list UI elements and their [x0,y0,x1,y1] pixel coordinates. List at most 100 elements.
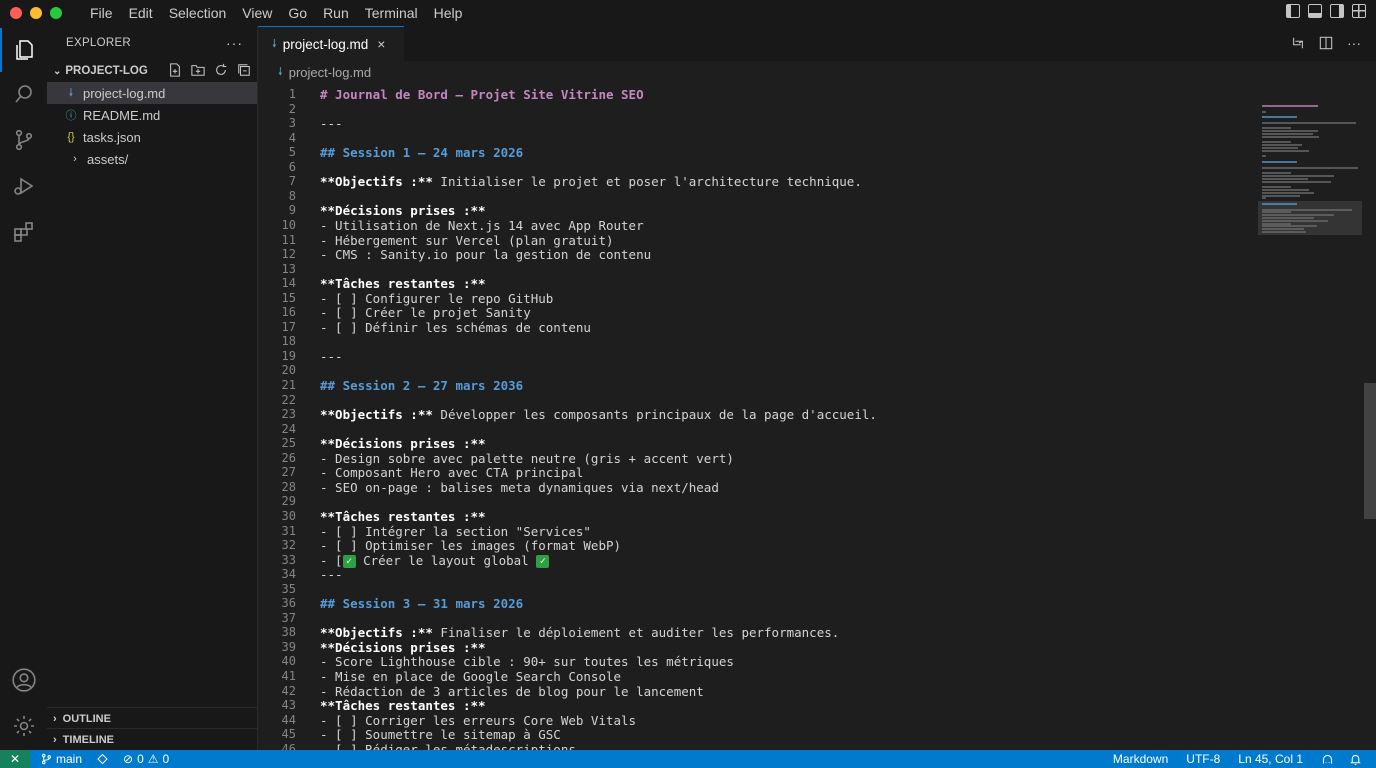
new-file-icon[interactable] [167,62,182,77]
code-token: - [ ] Définir les schémas de contenu [320,319,591,335]
code-token: Finaliser le déploiement et auditer les … [432,625,840,641]
code-line: **Objectifs :** Développer les composant… [320,407,877,422]
editor-area: 🠗 project-log.md × ··· 🠗 project-log.md … [258,26,1376,768]
menu-selection[interactable]: Selection [161,0,235,26]
branch-indicator[interactable]: main [34,752,89,766]
settings-gear-icon[interactable] [0,704,47,748]
minimap-line [1262,121,1356,124]
file-item[interactable]: 🠗 project-log.md [47,82,257,104]
code-token: - Utilisation de Next.js 14 avec App Rou… [320,217,644,233]
menu-help[interactable]: Help [426,0,471,26]
minimap-line [1262,189,1309,191]
line-number: 41 [281,669,296,683]
error-icon: ⊘ [123,752,134,766]
outline-label: OUTLINE [62,712,111,725]
new-folder-icon[interactable] [190,62,205,77]
code-line: - [ ] Configurer le repo GitHub [320,291,553,306]
minimap[interactable] [1258,105,1362,237]
line-number: 43 [281,698,296,713]
refresh-icon[interactable] [213,62,228,77]
menu-run[interactable]: Run [315,0,357,26]
minimap-line [1262,130,1318,133]
extensions-icon[interactable] [0,210,47,254]
scrollbar-thumb[interactable] [1364,383,1376,519]
code-line: --- [320,116,343,131]
search-icon[interactable] [0,72,47,116]
split-editor-icon[interactable] [1318,35,1334,51]
code-token: **Objectifs :** [320,174,433,190]
line-number: 14 [281,276,296,291]
code-line: ## Session 2 — 27 mars 2036 [320,378,523,393]
menu-go[interactable]: Go [280,0,315,26]
markdown-icon: 🠗 [272,37,277,50]
toggle-panel-icon[interactable] [1308,4,1322,18]
notifications-bell-icon[interactable] [1343,753,1368,766]
toggle-secondary-sidebar-icon[interactable] [1330,4,1344,18]
timeline-section[interactable]: › TIMELINE [47,728,258,750]
code-token: - Mise en place de Google Search Console [320,669,622,684]
customize-layout-icon[interactable] [1352,4,1366,18]
more-actions-icon[interactable]: ··· [226,35,243,51]
explorer-sidebar: EXPLORER ··· ⌄ PROJECT-LOG 🠗 project-log.… [47,26,258,750]
file-name: assets/ [87,151,129,167]
code-line: - [ ] Intégrer la section "Services" [320,524,591,539]
outline-section[interactable]: › OUTLINE [47,707,258,729]
sync-indicator[interactable] [89,753,116,765]
chevron-down-icon: ⌄ [53,65,62,77]
file-name: tasks.json [83,129,141,145]
minimap-line [1262,141,1291,144]
explorer-icon[interactable] [0,28,47,72]
sync-icon [97,753,108,765]
file-item[interactable]: › assets/ [47,148,257,170]
source-control-icon[interactable] [0,118,47,162]
close-tab-icon[interactable]: × [377,36,385,52]
code-line: ## Session 3 — 31 mars 2026 [320,596,523,611]
menu-view[interactable]: View [234,0,280,26]
code-token: - [ ] Configurer le repo GitHub [320,290,554,306]
problems-indicator[interactable]: ⊘ 0 ⚠ 0 [116,752,176,766]
menu-file[interactable]: File [82,0,121,26]
info-icon: ⓘ [65,110,77,122]
run-debug-icon[interactable] [0,164,47,208]
file-item[interactable]: ⓘ README.md [47,104,257,126]
minimap-line [1262,110,1266,113]
collapse-all-icon[interactable] [236,62,251,77]
encoding[interactable]: UTF-8 [1177,752,1229,766]
remote-indicator[interactable]: ✕ [0,750,30,768]
cursor-position[interactable]: Ln 45, Col 1 [1229,752,1312,766]
line-number: 2 [288,101,296,116]
close-window-button[interactable] [10,7,22,19]
code-line: **Décisions prises :** [320,203,486,218]
code-line: - Design sobre avec palette neutre (gris… [320,451,734,466]
code-line: **Décisions prises :** [320,640,486,655]
file-item[interactable]: {} tasks.json [47,126,257,148]
tab-project-log[interactable]: 🠗 project-log.md × [258,26,404,61]
line-number: 7 [288,174,296,189]
more-editor-actions-icon[interactable]: ··· [1346,35,1362,51]
minimap-line [1262,225,1317,228]
toggle-primary-sidebar-icon[interactable] [1286,4,1300,18]
copilot-icon[interactable] [1312,753,1343,766]
code-editor[interactable]: 1 2 3 4 5 6 7 8 9 10 11 12 13 14 15 16 17 18 19 20 21 22 23 24 2… [258,83,1258,768]
code-line: - Utilisation de Next.js 14 avec App Rou… [320,218,644,233]
code-token: - Score Lighthouse cible : 90+ sur toute… [320,654,734,670]
code-token: **Tâches restantes :** [320,276,486,292]
code-token: - [ ] Intégrer la section "Services" [320,523,591,539]
line-number: 17 [281,319,296,334]
maximize-window-button[interactable] [50,7,62,19]
minimap-line [1262,155,1266,158]
vertical-scrollbar[interactable] [1362,83,1376,750]
breadcrumb-file[interactable]: project-log.md [289,65,371,80]
language-mode[interactable]: Markdown [1104,752,1177,766]
minimize-window-button[interactable] [30,7,42,19]
code-line: **Tâches restantes :** [320,509,486,524]
window-controls [10,7,62,19]
accounts-icon[interactable] [0,658,47,702]
line-number: 12 [281,247,296,262]
menu-terminal[interactable]: Terminal [357,0,426,26]
error-count: 0 [137,752,144,766]
line-number: 45 [281,727,296,742]
minimap-line [1262,186,1291,189]
open-changes-icon[interactable] [1290,35,1306,51]
menu-edit[interactable]: Edit [121,0,161,26]
